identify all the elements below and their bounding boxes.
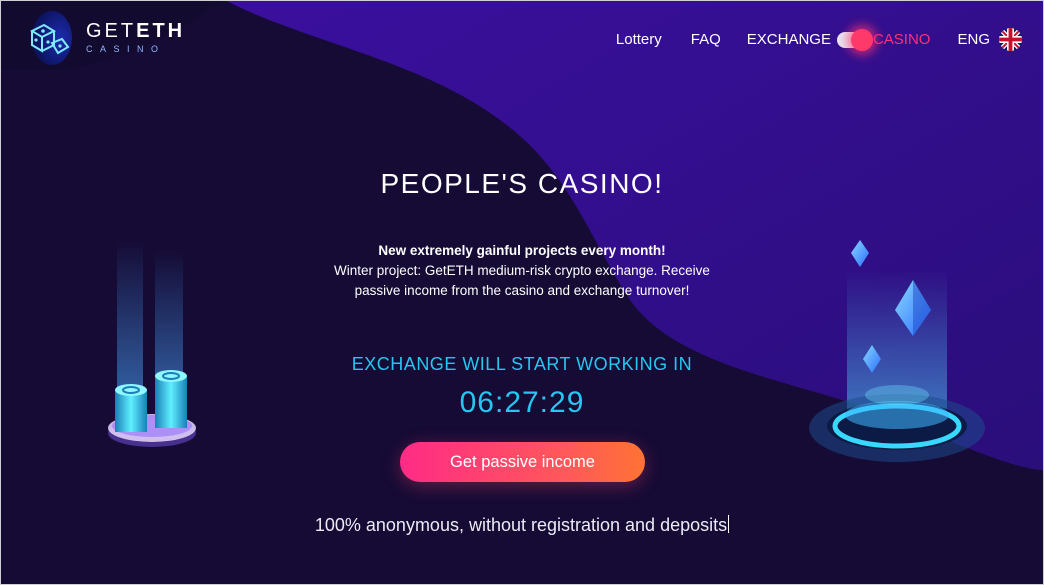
nav-exchange-link[interactable]: EXCHANGE bbox=[747, 31, 831, 48]
tagline: 100% anonymous, without registration and… bbox=[312, 512, 732, 539]
logo-title: GETETH bbox=[86, 20, 186, 42]
nav-lottery-link[interactable]: Lottery bbox=[616, 31, 662, 48]
toggle-knob bbox=[850, 28, 873, 51]
hero-description: New extremely gainful projects every mon… bbox=[322, 241, 722, 301]
dice-icon bbox=[22, 9, 74, 67]
hero-description-bold: New extremely gainful projects every mon… bbox=[378, 243, 666, 258]
uk-flag-icon bbox=[999, 28, 1022, 51]
nav-casino-link[interactable]: CASINO bbox=[873, 31, 931, 48]
nav-faq-link[interactable]: FAQ bbox=[691, 31, 721, 48]
hero-title: PEOPLE'S CASINO! bbox=[380, 168, 664, 199]
coin-stacks-illustration bbox=[108, 240, 196, 447]
main-nav: Lottery FAQ EXCHANGE CASINO ENG bbox=[616, 28, 1022, 51]
mode-toggle[interactable] bbox=[836, 28, 873, 51]
ethereum-crystals-illustration bbox=[809, 240, 985, 462]
brand-logo[interactable]: GETETH CASINO bbox=[22, 9, 185, 67]
get-passive-income-button[interactable]: Get passive income bbox=[400, 442, 645, 482]
language-label: ENG bbox=[957, 31, 990, 48]
tagline-text: 100% anonymous, without registration and… bbox=[314, 515, 728, 535]
countdown-timer: 06:27:29 bbox=[459, 386, 585, 419]
hero-description-text: Winter project: GetETH medium-risk crypt… bbox=[334, 263, 710, 298]
text-cursor bbox=[728, 515, 730, 533]
mode-switch: EXCHANGE CASINO bbox=[747, 28, 958, 51]
logo-subtitle: CASINO bbox=[86, 44, 166, 54]
countdown-label: EXCHANGE WILL START WORKING IN bbox=[351, 354, 693, 374]
language-selector[interactable]: ENG bbox=[957, 28, 1022, 51]
